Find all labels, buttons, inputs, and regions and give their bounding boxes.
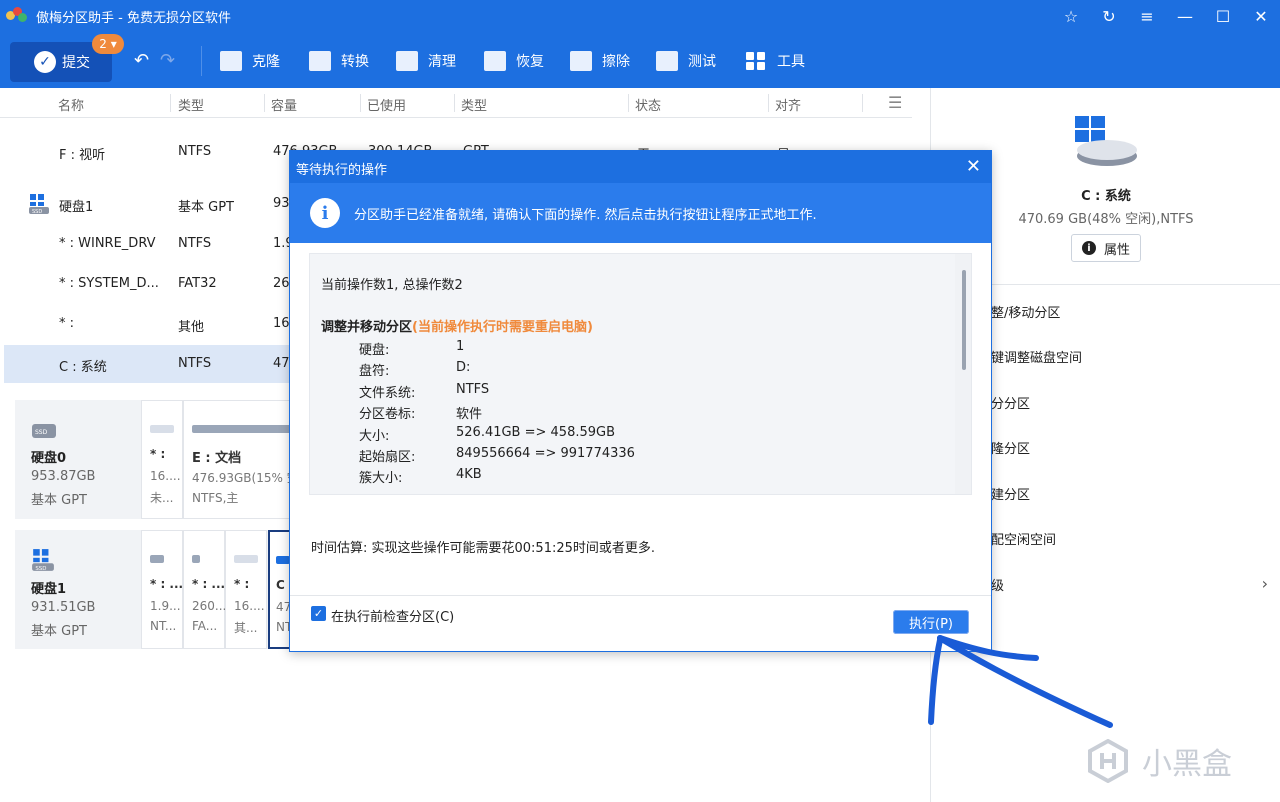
test-icon	[656, 51, 678, 71]
wipe-label: 擦除	[602, 54, 630, 70]
dialog-title: 等待执行的操作	[296, 163, 388, 178]
tools-tool-button[interactable]: 工具	[745, 48, 805, 74]
action-allocate-free[interactable]: 配空闲空间	[991, 529, 1056, 548]
check-before-exec-checkbox[interactable]: ✓	[311, 606, 326, 621]
convert-tool-button[interactable]: 转换	[309, 48, 369, 74]
col-capacity[interactable]: 容量	[271, 95, 297, 114]
clone-label: 克隆	[252, 54, 280, 70]
col-align[interactable]: 对齐	[775, 95, 801, 114]
table-header: 名称 类型 容量 已使用 类型 状态 对齐 ☰	[0, 88, 912, 118]
wipe-icon	[570, 51, 592, 71]
dialog-banner: i 分区助手已经准备就绪, 请确认下面的操作. 然后点击执行按钮让程序正式地工作…	[290, 183, 991, 243]
app-logo-icon	[6, 5, 28, 27]
clone-tool-button[interactable]: 克隆	[220, 48, 280, 74]
redo-icon[interactable]: ↷	[160, 50, 175, 71]
disk1-style: 基本 GPT	[31, 624, 87, 639]
toolbar-divider	[201, 46, 202, 76]
operations-list[interactable]: 当前操作数1, 总操作数2 调整并移动分区(当前操作执行时需要重启电脑) 硬盘:…	[309, 253, 972, 495]
ssd-disk-icon: SSD	[32, 424, 56, 438]
partition-block[interactable]: * : ... 1.9... NT...	[141, 530, 183, 649]
disk0-size: 953.87GB	[31, 469, 96, 484]
disk1-name: 硬盘1	[31, 582, 67, 597]
watermark: 小黑盒	[1086, 736, 1256, 786]
col-type[interactable]: 类型	[178, 95, 204, 114]
scrollbar[interactable]	[955, 254, 971, 494]
action-advanced[interactable]: 级	[991, 575, 1004, 594]
action-quick-adjust[interactable]: 键调整磁盘空间	[991, 347, 1082, 366]
pending-operations-dialog: 等待执行的操作 ✕ i 分区助手已经准备就绪, 请确认下面的操作. 然后点击执行…	[289, 150, 992, 652]
col-type2[interactable]: 类型	[461, 95, 487, 114]
info-icon: i	[310, 198, 340, 228]
test-tool-button[interactable]: 测试	[656, 48, 716, 74]
disk1-card[interactable]: SSD 硬盘1 931.51GB 基本 GPT * : ... 1.9... N…	[15, 530, 295, 649]
action-create[interactable]: 建分区	[991, 484, 1030, 503]
properties-button[interactable]: i 属性	[1071, 234, 1141, 262]
clone-icon	[220, 51, 242, 71]
col-status[interactable]: 状态	[635, 95, 661, 114]
partition-block[interactable]: * : ... 260.... FA...	[183, 530, 230, 649]
check-before-exec-label[interactable]: 在执行前检查分区(C)	[331, 606, 454, 625]
check-icon: ✓	[34, 51, 56, 73]
action-split[interactable]: 分分区	[991, 393, 1030, 412]
disk1-size: 931.51GB	[31, 600, 96, 615]
action-clone[interactable]: 隆分区	[991, 438, 1030, 457]
execute-button[interactable]: 执行(P)	[893, 610, 969, 634]
app-title: 傲梅分区助手 - 免费无损分区软件	[36, 10, 231, 26]
minimize-button[interactable]: —	[1166, 0, 1204, 32]
disk0-name: 硬盘0	[31, 451, 67, 466]
cleanup-label: 清理	[428, 54, 456, 70]
op-heading: 调整并移动分区(当前操作执行时需要重启电脑)	[321, 320, 593, 335]
op-count: 当前操作数1, 总操作数2	[321, 278, 463, 293]
dialog-title-bar: 等待执行的操作 ✕	[290, 151, 991, 183]
refresh-icon[interactable]: ↻	[1090, 0, 1128, 32]
ssd-disk-icon: SSD	[32, 549, 54, 572]
recover-icon	[484, 51, 506, 71]
convert-label: 转换	[341, 54, 369, 70]
chevron-right-icon[interactable]: ›	[1262, 574, 1268, 593]
info-icon: i	[1081, 241, 1096, 255]
scrollbar-thumb[interactable]	[962, 270, 966, 370]
wipe-tool-button[interactable]: 擦除	[570, 48, 630, 74]
recover-label: 恢复	[516, 54, 544, 70]
watermark-text: 小黑盒	[1142, 747, 1232, 782]
menu-icon[interactable]: ≡	[1128, 0, 1166, 32]
svg-text:SSD: SSD	[35, 566, 46, 572]
banner-text: 分区助手已经准备就绪, 请确认下面的操作. 然后点击执行按钮让程序正式地工作.	[354, 208, 817, 223]
svg-text:SSD: SSD	[32, 209, 42, 215]
cleanup-icon	[396, 51, 418, 71]
column-settings-icon[interactable]: ☰	[888, 93, 902, 112]
close-window-button[interactable]: ✕	[1242, 0, 1280, 32]
tools-label: 工具	[777, 54, 805, 70]
toolbar: ✓ 提交 2 ▾ ↶ ↷ 克隆 转换 清理 恢复 擦除 测试 工具	[0, 32, 1280, 88]
undo-icon[interactable]: ↶	[134, 50, 149, 71]
convert-icon	[309, 51, 331, 71]
commit-label: 提交	[62, 55, 90, 71]
partition-disk-icon	[1075, 116, 1137, 166]
svg-text:SSD: SSD	[35, 429, 48, 436]
disk0-style: 基本 GPT	[31, 493, 87, 508]
partition-block-e[interactable]: E : 文档 476.93GB(15% 空 NTFS,主	[183, 400, 295, 519]
title-bar: 傲梅分区助手 - 免费无损分区软件 ☆ ↻ ≡ — ☐ ✕	[0, 0, 1280, 32]
col-name[interactable]: 名称	[58, 95, 84, 114]
ssd-disk-icon: SSD	[29, 194, 49, 215]
cleanup-tool-button[interactable]: 清理	[396, 48, 456, 74]
partition-block[interactable]: * : 16.... 其...	[225, 530, 267, 649]
watermark-logo-icon	[1088, 739, 1128, 783]
maximize-button[interactable]: ☐	[1204, 0, 1242, 32]
recover-tool-button[interactable]: 恢复	[484, 48, 544, 74]
pending-ops-badge[interactable]: 2 ▾	[92, 34, 124, 54]
partition-block[interactable]: * : 16.... 未...	[141, 400, 183, 519]
disk0-card[interactable]: SSD 硬盘0 953.87GB 基本 GPT * : 16.... 未... …	[15, 400, 295, 519]
time-estimate: 时间估算: 实现这些操作可能需要花00:51:25时间或者更多.	[311, 541, 656, 556]
favorite-icon[interactable]: ☆	[1052, 0, 1090, 32]
tools-grid-icon	[745, 51, 767, 71]
col-used[interactable]: 已使用	[367, 95, 406, 114]
test-label: 测试	[688, 54, 716, 70]
action-resize-move[interactable]: 整/移动分区	[991, 302, 1060, 321]
close-icon[interactable]: ✕	[966, 156, 981, 177]
